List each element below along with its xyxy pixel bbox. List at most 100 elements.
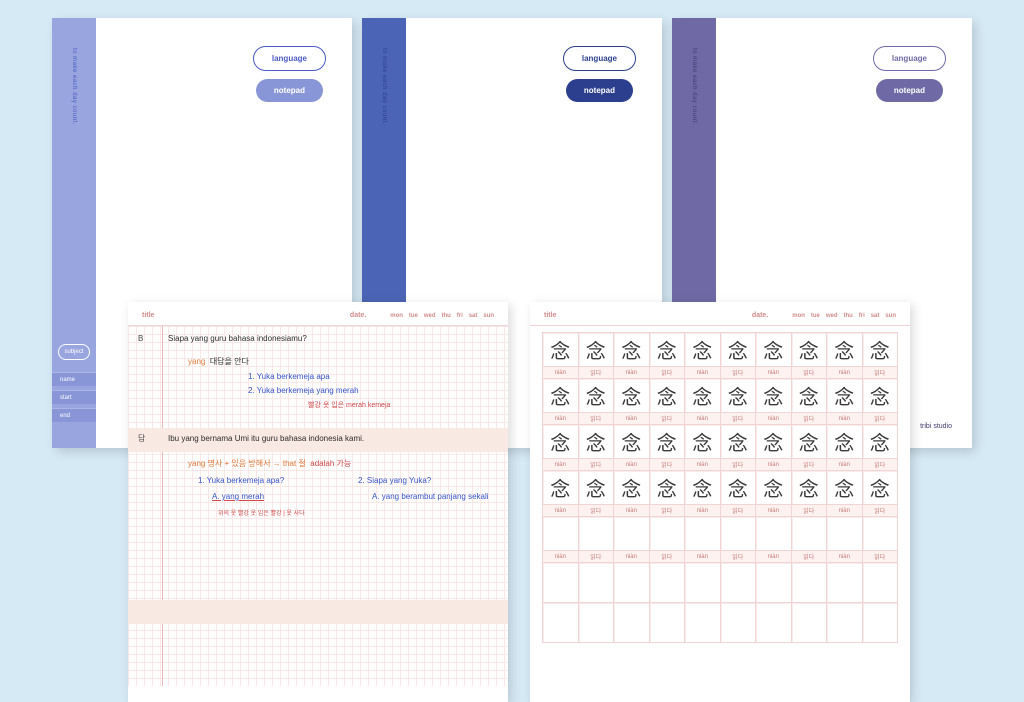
pronunciation-label: niàn: [543, 551, 579, 563]
answer-line: 답 Ibu yang bernama Umi itu guru bahasa i…: [128, 434, 508, 443]
language-badge: language: [563, 46, 636, 71]
practice-cell: 念: [827, 333, 863, 367]
question-line: B Siapa yang guru bahasa indonesiamu?: [128, 334, 508, 343]
practice-cell-empty: [791, 563, 827, 603]
title-label: title: [544, 312, 556, 319]
cover-badges: language notepad: [253, 46, 326, 102]
pronunciation-label: niàn: [827, 367, 863, 379]
pronunciation-label: 읽다: [862, 551, 898, 563]
pronunciation-label: 읽다: [862, 367, 898, 379]
date-label: date.: [752, 312, 768, 319]
start-field: start: [52, 390, 96, 404]
practice-cell: .: [578, 517, 614, 551]
pronunciation-label: niàn: [827, 551, 863, 563]
notepad-badge: notepad: [566, 79, 633, 102]
pronunciation-label: 읽다: [649, 459, 685, 471]
pronunciation-label: niàn: [614, 551, 650, 563]
pronunciation-label: niàn: [685, 505, 721, 517]
practice-cell: 念: [578, 379, 614, 413]
practice-cell: 念: [543, 379, 579, 413]
grammar-tag: yang: [188, 357, 205, 366]
practice-cell: 念: [720, 425, 756, 459]
practice-cell: .: [649, 517, 685, 551]
practice-cell: 念: [720, 379, 756, 413]
practice-cell-empty: [862, 603, 898, 643]
pronunciation-label: 읽다: [862, 459, 898, 471]
pronunciation-label: niàn: [827, 459, 863, 471]
pronunciation-label: 읽다: [791, 551, 827, 563]
small-note: 빨강 옷 입은 merah kemeja: [128, 400, 508, 410]
korean-note: 대답을 안다: [210, 356, 249, 367]
practice-cell: 念: [685, 333, 721, 367]
title-label: title: [142, 312, 154, 319]
tagline-text: to make each day count.: [691, 48, 697, 125]
annotation-line: yang 대답을 안다: [128, 356, 508, 367]
practice-cell: 念: [791, 379, 827, 413]
highlight-band: [128, 600, 508, 624]
practice-cell: .: [827, 517, 863, 551]
answer-marker: 답: [138, 433, 145, 444]
practice-cell-empty: [649, 603, 685, 643]
pronunciation-label: niàn: [756, 505, 792, 517]
pronunciation-label: 읽다: [649, 367, 685, 379]
practice-cell: 念: [649, 333, 685, 367]
pronunciation-label: niàn: [756, 367, 792, 379]
header-right: date. mon tue wed thu fri sat sun: [350, 312, 494, 319]
date-label: date.: [350, 312, 366, 319]
practice-cell: 念: [578, 471, 614, 505]
practice-cell-empty: [827, 603, 863, 643]
pronunciation-label: niàn: [543, 367, 579, 379]
pronunciation-label: 읽다: [578, 551, 614, 563]
practice-cell: 念: [685, 379, 721, 413]
example-line: 1. Yuka berkemeja apa: [128, 372, 508, 381]
practice-cell: 念: [649, 471, 685, 505]
page-header: title date. mon tue wed thu fri sat sun: [128, 302, 508, 326]
practice-cell: 念: [720, 471, 756, 505]
practice-cell-empty: [614, 563, 650, 603]
practice-table: 念念念念念念念念念念niàn읽다niàn읽다niàn읽다niàn읽다niàn읽다…: [542, 332, 898, 643]
pronunciation-label: niàn: [543, 459, 579, 471]
practice-cell-empty: [649, 563, 685, 603]
practice-cell: 念: [685, 425, 721, 459]
practice-cell: 念: [614, 333, 650, 367]
practice-cell: 念: [756, 333, 792, 367]
practice-cell: 念: [756, 379, 792, 413]
pronunciation-label: 읽다: [720, 459, 756, 471]
pronunciation-label: 읽다: [862, 413, 898, 425]
pronunciation-label: niàn: [614, 413, 650, 425]
practice-cell: 念: [827, 425, 863, 459]
pronunciation-label: niàn: [756, 413, 792, 425]
practice-cell: .: [862, 517, 898, 551]
page-body: B Siapa yang guru bahasa indonesiamu? ya…: [128, 326, 508, 686]
practice-cell: .: [720, 517, 756, 551]
practice-cell: 念: [543, 333, 579, 367]
practice-cell: 念: [756, 425, 792, 459]
pronunciation-label: 읽다: [720, 505, 756, 517]
practice-cell: 念: [543, 425, 579, 459]
practice-cell: 念: [862, 471, 898, 505]
practice-cell-empty: [756, 603, 792, 643]
practice-cell: 念: [649, 379, 685, 413]
language-badge: language: [873, 46, 946, 71]
practice-cell: 念: [791, 471, 827, 505]
cover-badges: language notepad: [563, 46, 636, 102]
question-text: Siapa yang guru bahasa indonesiamu?: [168, 334, 307, 343]
practice-cell: 念: [578, 333, 614, 367]
end-field: end: [52, 408, 96, 422]
language-badge: language: [253, 46, 326, 71]
practice-cell: .: [614, 517, 650, 551]
pronunciation-label: niàn: [543, 413, 579, 425]
pronunciation-label: 읽다: [720, 367, 756, 379]
example-line: 2. Yuka berkemeja yang merah: [128, 386, 508, 395]
page-header: title date. mon tue wed thu fri sat sun: [530, 302, 910, 326]
practice-cell: 念: [756, 471, 792, 505]
pronunciation-label: 읽다: [791, 413, 827, 425]
pronunciation-label: niàn: [685, 413, 721, 425]
practice-cell: 念: [614, 425, 650, 459]
practice-cell-empty: [685, 563, 721, 603]
practice-cell: 念: [685, 471, 721, 505]
pronunciation-label: niàn: [614, 459, 650, 471]
brand-label: tribi studio: [920, 423, 952, 430]
practice-cell-empty: [791, 603, 827, 643]
grammar-note: yang 명사 + 있음 방해서 → that 절 adalah 가능: [128, 458, 508, 469]
